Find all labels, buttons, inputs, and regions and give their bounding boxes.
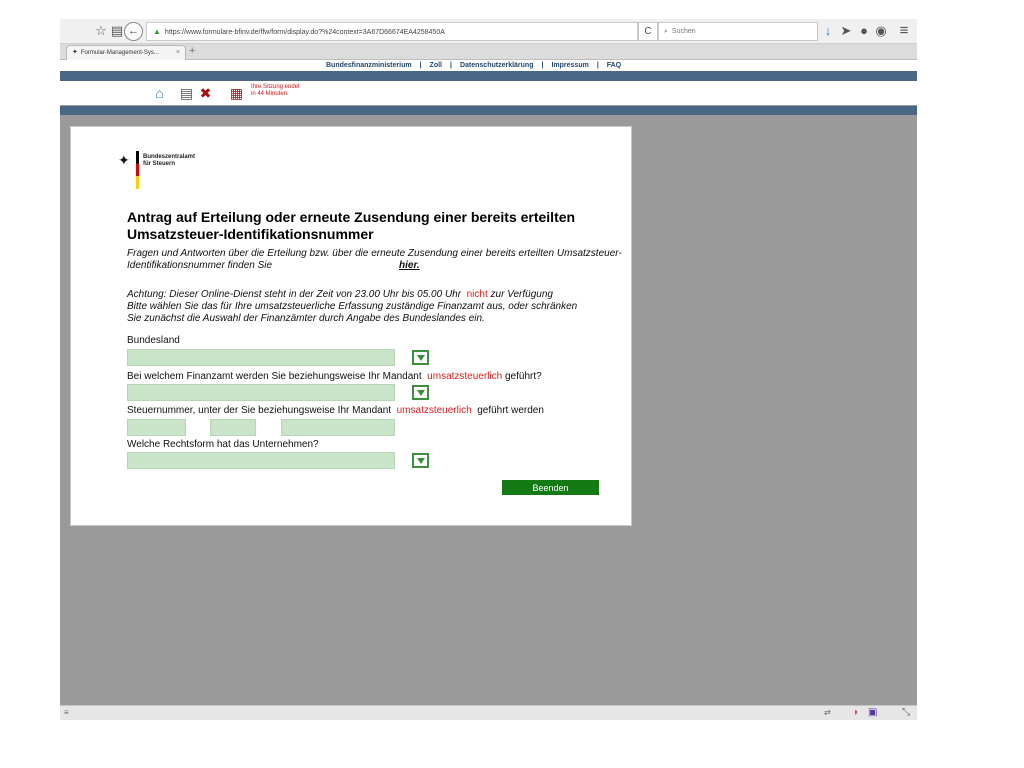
finanzamt-select[interactable] <box>127 384 395 401</box>
label-steuernummer-text: Steuernummer, unter der Sie beziehungswe… <box>127 405 392 416</box>
header-bar-bottom <box>60 106 917 115</box>
beenden-button[interactable]: Beenden <box>502 480 599 495</box>
session-timer: Ihre Sitzung endet in 44 Minuten. <box>251 84 300 98</box>
logo-line-2: für Steuern <box>143 161 176 167</box>
tab-bar: ✦ Formular-Management-Sys... × + <box>60 44 917 60</box>
extension-icon[interactable]: ▣ <box>868 707 877 718</box>
nav-link-zoll[interactable]: Zoll <box>430 62 442 69</box>
nav-link-faq[interactable]: FAQ <box>607 62 621 69</box>
label-steuernummer-highlight: umsatzsteuerlich <box>396 405 472 416</box>
nav-separator: | <box>541 62 544 69</box>
browser-window: ☆ ▤ ← ▲ https://www.formulare-bfinv.de/ff… <box>60 19 917 720</box>
form-panel: ✦ Bundeszentralamt für Steuern Antrag au… <box>70 126 632 526</box>
logo-line-1: Bundeszentralamt <box>143 154 196 160</box>
header-bar-top <box>60 71 917 81</box>
nav-link-datenschutz[interactable]: Datenschutzerklärung <box>460 62 534 69</box>
url-text: https://www.formulare-bfinv.de/ffw/form/… <box>164 29 445 36</box>
bookmark-star-icon[interactable]: ☆ <box>93 23 109 39</box>
label-finanzamt-text: Bei welchem Finanzamt werden Sie beziehu… <box>127 371 422 382</box>
label-finanzamt-highlight: umsatzsteuerlich <box>427 371 503 382</box>
reload-button[interactable]: C <box>638 22 658 41</box>
flag-stripe <box>136 151 139 189</box>
label-finanzamt-end: geführt? <box>504 371 542 382</box>
statusbar-arrows-icon[interactable]: ⇄ <box>824 708 831 717</box>
tool-row: ⌂ ▤ ✖ ▦ Ihre Sitzung endet in 44 Minuten… <box>60 81 917 105</box>
finanzamt-dropdown-icon[interactable] <box>412 385 429 400</box>
back-button[interactable]: ← <box>124 22 143 41</box>
nav-link-bundesfinanzministerium[interactable]: Bundesfinanzministerium <box>326 62 412 69</box>
print-form-icon[interactable]: ▤ <box>177 84 196 102</box>
session-line-2: in 44 Minuten. <box>251 91 289 97</box>
site-top-nav: Bundesfinanzministerium | Zoll | Datenschutz… <box>60 60 917 71</box>
eagle-favicon-icon: ✦ <box>72 49 78 56</box>
tab-active[interactable]: ✦ Formular-Management-Sys... × <box>66 45 186 60</box>
session-calendar-icon: ▦ <box>229 85 244 101</box>
nav-separator: | <box>596 62 599 69</box>
menu-icon[interactable]: ≡ <box>896 23 912 39</box>
label-steuernummer: Steuernummer, unter der Sie beziehungswe… <box>127 405 544 417</box>
security-icon[interactable]: ● <box>856 23 872 39</box>
label-finanzamt: Bei welchem Finanzamt werden Sie beziehu… <box>127 371 542 383</box>
browser-toolbar: ☆ ▤ ← ▲ https://www.formulare-bfinv.de/ff… <box>60 19 917 44</box>
bundesland-dropdown-icon[interactable] <box>412 350 429 365</box>
pocket-icon[interactable]: ◉ <box>873 23 889 39</box>
url-field[interactable]: ▲ https://www.formulare-bfinv.de/ffw/form… <box>146 22 638 41</box>
steuernummer-field-1[interactable] <box>127 419 186 436</box>
nav-separator: | <box>450 62 452 69</box>
notice-highlight: nicht <box>466 289 488 300</box>
label-rechtsform: Welche Rechtsform hat das Unternehmen? <box>127 439 319 450</box>
home-icon[interactable]: ⌂ <box>150 84 169 102</box>
rechtsform-select[interactable] <box>127 452 395 469</box>
lock-icon: ▲ <box>153 27 161 36</box>
history-icon[interactable]: ▤ <box>109 23 125 39</box>
nav-link-impressum[interactable]: Impressum <box>551 62 588 69</box>
intro-sentence: Fragen und Antworten über die Erteilung … <box>127 248 622 271</box>
statusbar-grip-icon: ≡ <box>64 708 69 717</box>
bzst-logo: ✦ Bundeszentralamt für Steuern <box>118 149 238 197</box>
tab-title: Formular-Management-Sys... <box>80 50 159 56</box>
search-placeholder: Suchen <box>671 28 696 35</box>
nav-separator: | <box>419 62 422 69</box>
rechtsform-dropdown-icon[interactable] <box>412 453 429 468</box>
search-icon: ⌕ <box>664 28 668 35</box>
label-steuernummer-end: geführt werden <box>477 405 544 416</box>
send-icon[interactable]: ➤ <box>838 23 854 39</box>
search-input[interactable]: ⌕ Suchen <box>658 22 818 41</box>
download-icon[interactable]: ↓ <box>820 23 836 39</box>
faq-link[interactable]: hier. <box>399 260 420 272</box>
federal-eagle-icon: ✦ <box>118 152 130 168</box>
steuernummer-field-3[interactable] <box>281 419 395 436</box>
new-tab-button[interactable]: + <box>189 45 195 58</box>
steuernummer-field-2[interactable] <box>210 419 256 436</box>
notice-line-1: Achtung: Dieser Online-Dienst steht in d… <box>127 289 462 300</box>
label-bundesland: Bundesland <box>127 335 180 346</box>
page-title: Antrag auf Erteilung oder erneute Zusend… <box>127 209 576 242</box>
session-line-1: Ihre Sitzung endet <box>251 84 300 90</box>
color-wheel-icon[interactable]: ◑ <box>852 707 858 718</box>
browser-statusbar: ≡ ⇄ ◑ ▣ ⤡ <box>60 705 917 720</box>
bundesland-select[interactable] <box>127 349 395 366</box>
notice-line-2: Bitte wählen Sie das für Ihre umsatzsteu… <box>127 301 578 312</box>
notice-text: Achtung: Dieser Online-Dienst steht in d… <box>127 289 627 325</box>
intro-text: Fragen und Antworten über die Erteilung … <box>127 248 627 272</box>
resize-icon[interactable]: ⤡ <box>902 707 910 718</box>
notice-line-3: Sie zunächst die Auswahl der Finanzämter… <box>127 313 485 324</box>
tools-cancel-icon[interactable]: ✖ <box>196 84 215 102</box>
notice-line-1-end: zur Verfügung <box>490 289 553 300</box>
tab-close-icon[interactable]: × <box>176 46 180 60</box>
logo-text: Bundeszentralamt für Steuern <box>143 154 223 168</box>
